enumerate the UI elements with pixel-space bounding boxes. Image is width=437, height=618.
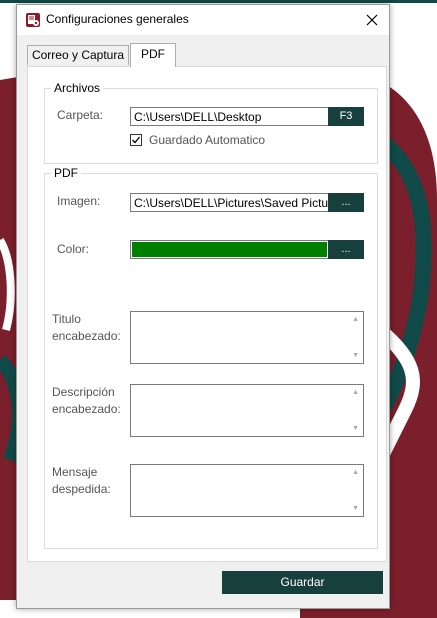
tab-correo-captura[interactable]: Correo y Captura	[27, 45, 129, 65]
settings-window: Configuraciones generales Correo y Captu…	[16, 4, 390, 609]
window-title: Configuraciones generales	[46, 12, 189, 26]
tab-strip: Correo y Captura PDF	[27, 43, 387, 67]
tab-pdf[interactable]: PDF	[130, 43, 176, 67]
color-fill	[132, 242, 327, 257]
descripcion-encabezado-textarea[interactable]: ▲ ▼	[130, 384, 364, 437]
close-button[interactable]	[355, 5, 389, 35]
archivos-group-label: Archivos	[51, 81, 104, 95]
carpeta-label: Carpeta:	[57, 108, 104, 122]
color-swatch[interactable]	[130, 240, 329, 259]
titulo-label-line2: encabezado:	[52, 329, 121, 343]
title-bar: Configuraciones generales	[17, 5, 389, 35]
scroll-up-icon[interactable]: ▲	[352, 469, 359, 476]
descripcion-label-line2: encabezado:	[52, 402, 121, 416]
color-picker-button[interactable]: ...	[328, 240, 364, 259]
document-settings-icon	[25, 12, 41, 28]
autosave-checkbox[interactable]	[130, 134, 142, 146]
pdf-tab-panel: Archivos Carpeta: C:\Users\DELL\Desktop …	[27, 66, 387, 562]
autosave-label[interactable]: Guardado Automatico	[149, 132, 265, 148]
archivos-group: Archivos	[44, 81, 378, 164]
save-button[interactable]: Guardar	[222, 571, 383, 594]
imagen-browse-button[interactable]: ...	[328, 193, 364, 212]
scroll-down-icon[interactable]: ▼	[352, 425, 359, 432]
pdf-group-label: PDF	[51, 166, 81, 180]
checkmark-icon	[132, 136, 141, 144]
titulo-encabezado-textarea[interactable]: ▲ ▼	[130, 311, 364, 364]
descripcion-label-line1: Descripción	[52, 385, 115, 399]
scroll-down-icon[interactable]: ▼	[352, 352, 359, 359]
scroll-down-icon[interactable]: ▼	[352, 505, 359, 512]
imagen-field[interactable]: C:\Users\DELL\Pictures\Saved Pictu	[130, 193, 329, 212]
mensaje-label-line1: Mensaje	[52, 465, 98, 479]
mensaje-label-line2: despedida:	[52, 482, 111, 496]
carpeta-browse-button[interactable]: F3	[328, 107, 364, 126]
titulo-label-line1: Titulo	[52, 312, 81, 326]
color-label: Color:	[57, 242, 90, 256]
scroll-up-icon[interactable]: ▲	[352, 389, 359, 396]
mensaje-despedida-textarea[interactable]: ▲ ▼	[130, 464, 364, 517]
scroll-up-icon[interactable]: ▲	[352, 316, 359, 323]
close-icon	[366, 14, 378, 26]
imagen-label: Imagen:	[57, 194, 101, 208]
carpeta-field[interactable]: C:\Users\DELL\Desktop	[130, 107, 329, 126]
